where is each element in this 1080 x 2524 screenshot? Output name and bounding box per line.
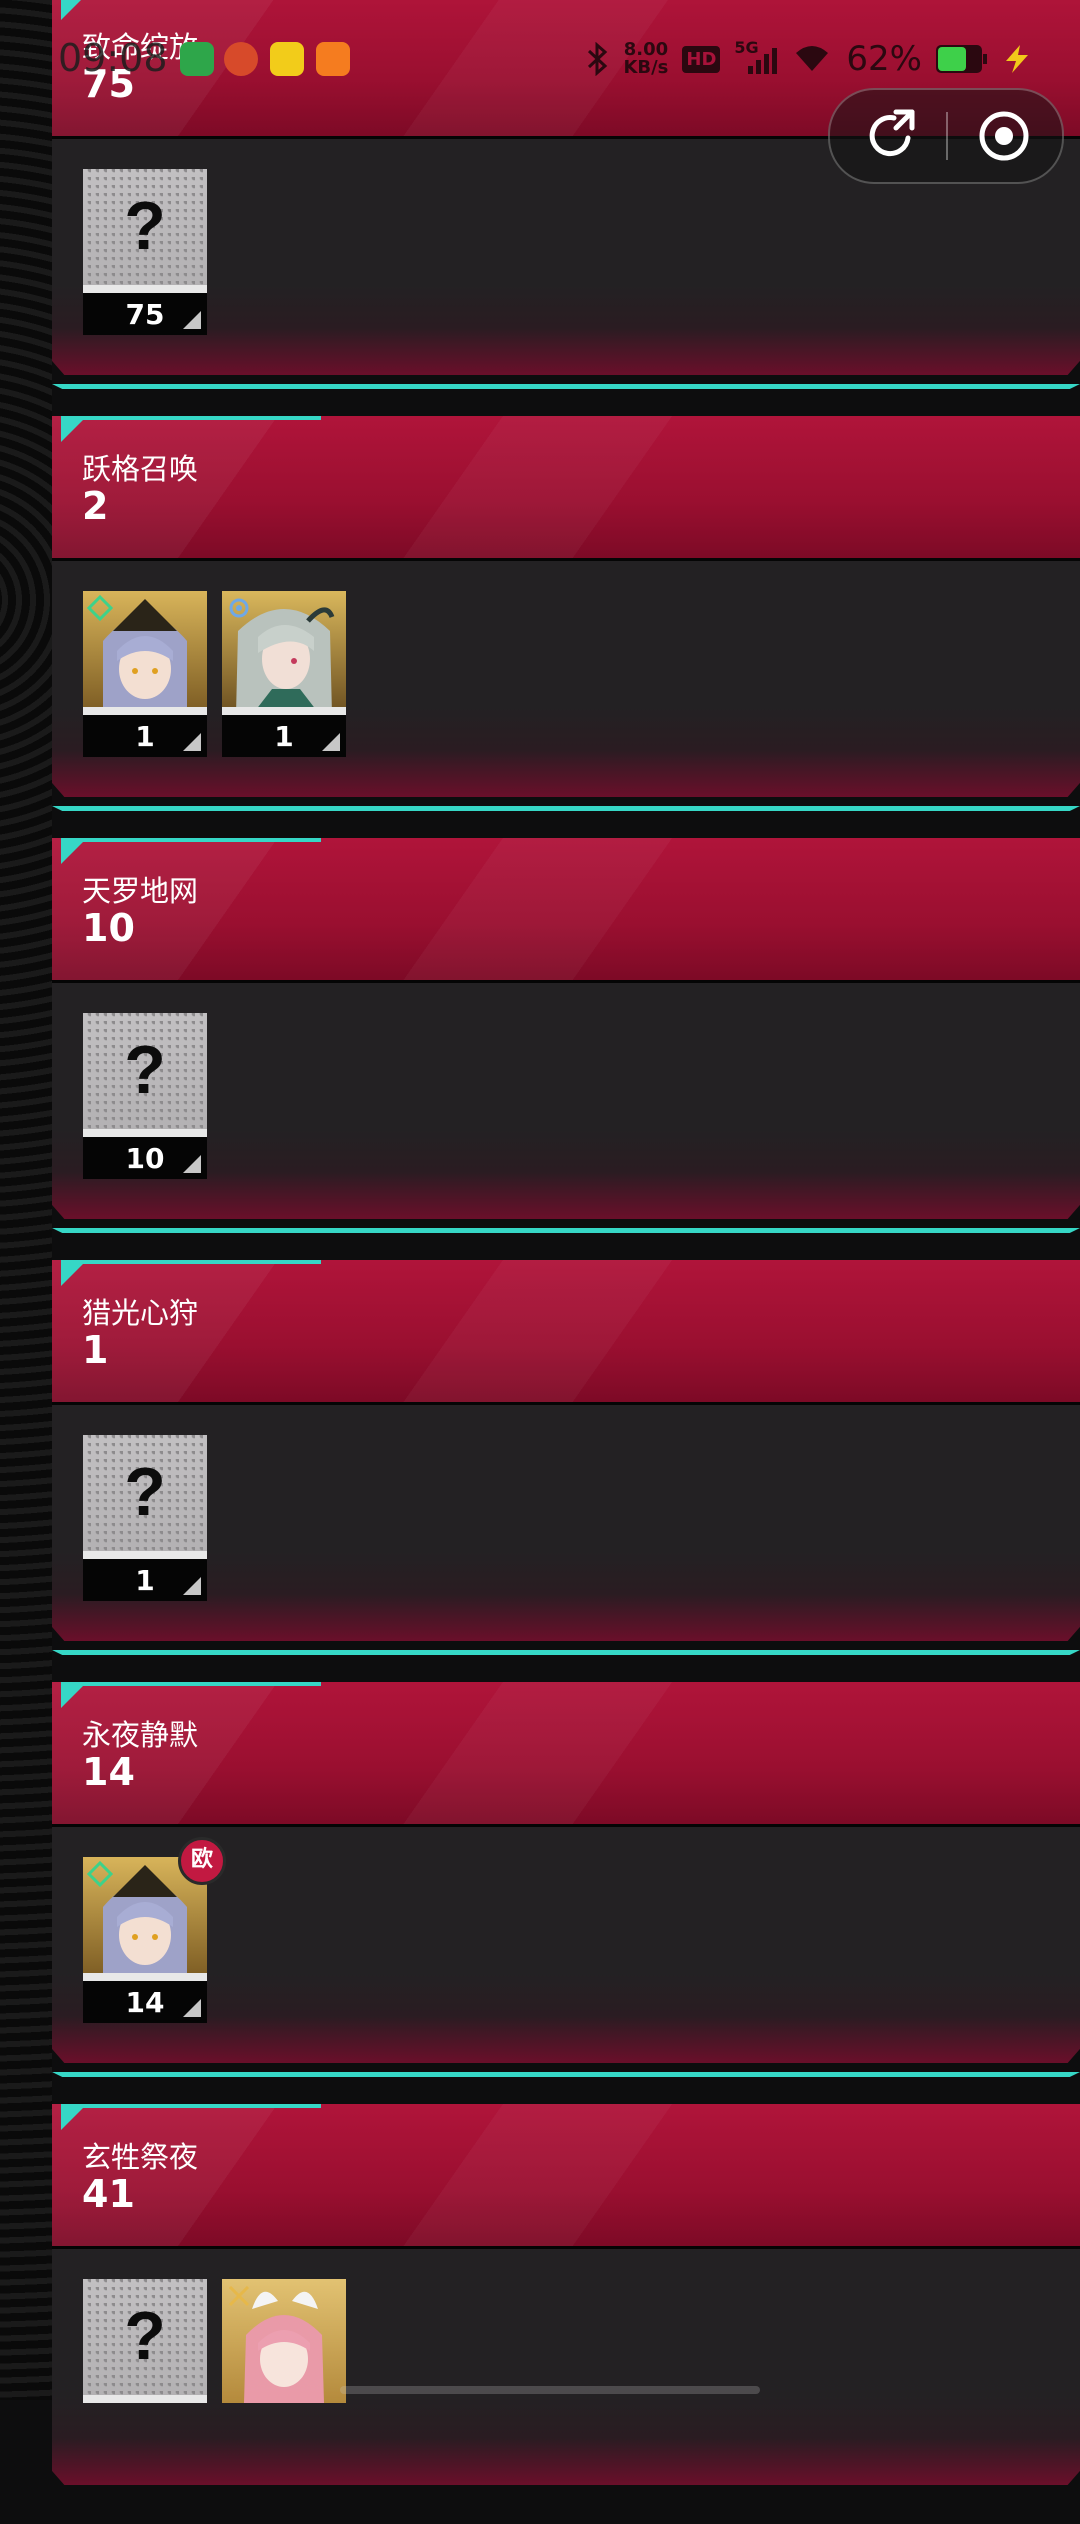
card-count: 75	[125, 298, 165, 331]
element-icon	[229, 598, 249, 618]
element-icon	[87, 595, 113, 621]
pool-banner: 永夜静默 14	[52, 1682, 1080, 1827]
card-count: 10	[125, 1142, 165, 1175]
pool-count: 75	[82, 62, 135, 106]
pool-banner: 天罗地网 10	[52, 838, 1080, 983]
pool-cards-area: ? 1	[52, 1405, 1080, 1641]
pool-title: 猎光心狩	[82, 1296, 199, 1330]
pool-banner: 玄牲祭夜 41	[52, 2104, 1080, 2249]
pool-cards-area: ?	[52, 2249, 1080, 2485]
pool-section: 致命绽放 75 ? 75	[52, 0, 1080, 414]
character-portrait	[222, 591, 346, 715]
pool-cards-area: 1 1	[52, 561, 1080, 797]
pool-cards-area: 欧 14	[52, 1827, 1080, 2063]
pull-card[interactable]: 1	[222, 591, 346, 757]
share-arrow-icon[interactable]	[860, 104, 924, 168]
pool-count: 41	[82, 2172, 135, 2216]
section-divider	[52, 384, 1080, 389]
background-pattern	[0, 0, 52, 2400]
question-mark-icon: ?	[124, 2298, 166, 2374]
pull-card[interactable]: 1	[83, 591, 207, 757]
section-divider	[52, 2072, 1080, 2077]
pool-count: 10	[82, 906, 135, 950]
card-count: 14	[125, 1986, 165, 2019]
unknown-card-image: ?	[83, 2279, 207, 2403]
pool-title: 玄牲祭夜	[82, 2140, 199, 2174]
pool-title: 跃格召唤	[82, 452, 199, 486]
pool-section: 玄牲祭夜 41 ?	[52, 2104, 1080, 2524]
miniapp-capsule	[828, 88, 1064, 184]
pull-card[interactable]	[222, 2279, 346, 2445]
question-mark-icon: ?	[124, 1032, 166, 1108]
pull-card[interactable]: ?	[83, 2279, 207, 2445]
pull-card[interactable]: 欧 14	[83, 1837, 226, 2023]
unknown-card-image: ?	[83, 169, 207, 293]
character-portrait	[83, 591, 207, 715]
pull-card[interactable]: ? 75	[83, 169, 207, 335]
target-close-icon[interactable]	[972, 104, 1036, 168]
card-count: 1	[274, 720, 294, 753]
unknown-card-image: ?	[83, 1435, 207, 1559]
pool-title: 致命绽放	[82, 30, 199, 64]
pool-section: 猎光心狩 1 ? 1	[52, 1260, 1080, 1680]
character-portrait	[222, 2279, 346, 2403]
pool-section: 天罗地网 10 ? 10	[52, 838, 1080, 1258]
pool-cards-area: ? 10	[52, 983, 1080, 1219]
pool-count: 14	[82, 1750, 135, 1794]
element-icon	[228, 2285, 250, 2307]
pool-banner: 猎光心狩 1	[52, 1260, 1080, 1405]
card-count: 1	[135, 720, 155, 753]
unknown-card-image: ?	[83, 1013, 207, 1137]
pool-section: 永夜静默 14 欧 14	[52, 1682, 1080, 2102]
question-mark-icon: ?	[124, 188, 166, 264]
pool-title: 天罗地网	[82, 874, 199, 908]
section-divider	[52, 806, 1080, 811]
pull-card[interactable]: ? 10	[83, 1013, 207, 1179]
element-icon	[87, 1861, 113, 1887]
pool-count: 2	[82, 484, 109, 528]
question-mark-icon: ?	[124, 1454, 166, 1530]
card-count: 1	[135, 1564, 155, 1597]
home-indicator[interactable]	[340, 2386, 760, 2394]
pool-section: 跃格召唤 2 1 1	[52, 416, 1080, 836]
pull-card[interactable]: ? 1	[83, 1435, 207, 1601]
pool-banner: 跃格召唤 2	[52, 416, 1080, 561]
lucky-badge: 欧	[178, 1837, 226, 1885]
section-divider	[52, 1228, 1080, 1233]
section-divider	[52, 1650, 1080, 1655]
pool-count: 1	[82, 1328, 109, 1372]
pool-title: 永夜静默	[82, 1718, 199, 1752]
